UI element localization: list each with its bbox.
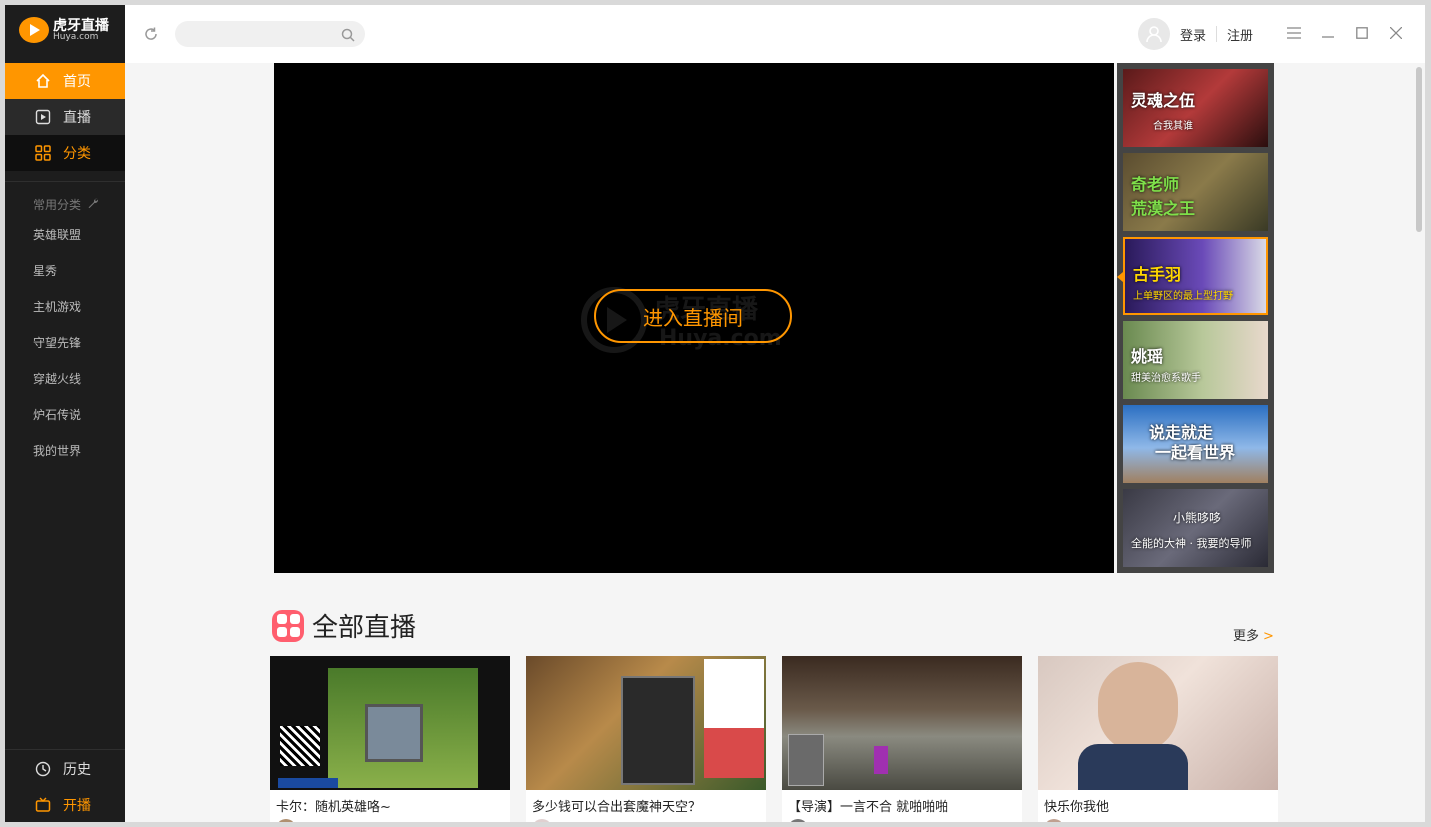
user-area: 登录 注册: [1138, 18, 1253, 50]
sidebar: 虎牙直播 Huya.com 首页 直播 分类 常用分类 英雄联盟 星秀 主机游戏…: [5, 5, 125, 822]
featured-thumb[interactable]: 奇老师 荒漠之王: [1123, 153, 1268, 231]
nav-item-live[interactable]: 直播: [5, 99, 125, 135]
live-card[interactable]: 快乐你我他: [1038, 656, 1278, 822]
live-card[interactable]: 卡尔：随机英雄咯~: [270, 656, 510, 822]
sidebar-bottom-divider: [5, 749, 125, 750]
chevron-right-icon: >: [1263, 629, 1274, 644]
live-card-meta: [532, 819, 760, 822]
category-item-overwatch[interactable]: 守望先锋: [33, 325, 81, 361]
live-card[interactable]: 【导演】一言不合 就啪啪啪: [782, 656, 1022, 822]
history-button[interactable]: 历史: [5, 751, 125, 787]
featured-thumb[interactable]: 小熊哆哆 全能的大神 · 我要的导师: [1123, 489, 1268, 567]
category-heading: 常用分类: [33, 196, 99, 213]
menu-icon[interactable]: [1286, 25, 1302, 41]
user-icon: [1146, 26, 1162, 43]
main-nav: 首页 直播 分类: [5, 63, 125, 171]
selected-thumb-indicator: [1117, 272, 1123, 282]
grid-icon: [35, 145, 51, 161]
featured-thumb[interactable]: 灵魂之伍 合我其谁: [1123, 69, 1268, 147]
category-item-xingxiu[interactable]: 星秀: [33, 253, 81, 289]
live-card-meta: [788, 819, 1016, 822]
logo-subtitle: Huya.com: [53, 31, 99, 42]
nav-item-label: 直播: [63, 110, 91, 126]
tv-icon: [35, 797, 51, 813]
top-bar: 登录 注册: [125, 5, 1425, 63]
scrollbar[interactable]: [1413, 63, 1425, 822]
live-card-thumbnail: [1038, 656, 1278, 790]
clock-icon: [35, 761, 51, 777]
live-card-meta: [276, 819, 504, 822]
featured-thumbnail-list: 灵魂之伍 合我其谁 奇老师 荒漠之王 古手羽 上单野区的最上型打野 姚瑶 甜美治…: [1117, 63, 1274, 573]
history-label: 历史: [63, 762, 91, 778]
live-card-thumbnail: [270, 656, 510, 790]
search-icon[interactable]: [341, 27, 355, 42]
broadcast-button[interactable]: 开播: [5, 787, 125, 822]
scrollbar-thumb[interactable]: [1416, 67, 1422, 232]
streamer-avatar: [1044, 819, 1064, 822]
live-card-title: 卡尔：随机英雄咯~: [276, 800, 391, 815]
live-card-title: 【导演】一言不合 就啪啪啪: [788, 800, 949, 815]
featured-player[interactable]: 虎牙直播 Huya.com 进入直播间: [274, 63, 1114, 573]
section-title: 全部直播: [312, 613, 417, 643]
nav-item-label: 分类: [63, 146, 91, 162]
app-window: 虎牙直播 Huya.com 首页 直播 分类 常用分类 英雄联盟 星秀 主机游戏…: [5, 5, 1425, 822]
huya-logo-icon: [19, 17, 49, 43]
live-card-meta: [1044, 819, 1272, 822]
live-card-title: 多少钱可以合出套魔神天空？: [532, 800, 702, 815]
maximize-icon[interactable]: [1354, 25, 1370, 41]
sidebar-divider: [5, 181, 125, 182]
nav-item-category[interactable]: 分类: [5, 135, 125, 171]
featured-thumb[interactable]: 说走就走 一起看世界: [1123, 405, 1268, 483]
wrench-icon[interactable]: [87, 197, 99, 212]
enter-live-button[interactable]: 进入直播间: [594, 289, 792, 343]
category-item-console[interactable]: 主机游戏: [33, 289, 81, 325]
category-item-lol[interactable]: 英雄联盟: [33, 217, 81, 253]
streamer-avatar: [276, 819, 296, 822]
home-icon: [35, 73, 51, 89]
separator: [1216, 26, 1218, 42]
refresh-icon[interactable]: [142, 25, 160, 43]
search-input[interactable]: [175, 21, 339, 49]
section-header: 全部直播: [272, 607, 416, 644]
login-link[interactable]: 登录: [1180, 25, 1206, 44]
main-content: 虎牙直播 Huya.com 进入直播间 灵魂之伍 合我其谁 奇老师 荒漠之王 古…: [125, 63, 1413, 822]
category-item-crossfire[interactable]: 穿越火线: [33, 361, 81, 397]
category-item-minecraft[interactable]: 我的世界: [33, 433, 81, 469]
live-card-thumbnail: [526, 656, 766, 790]
live-card-thumbnail: [782, 656, 1022, 790]
logo-title: 虎牙直播: [53, 17, 109, 34]
avatar[interactable]: [1138, 18, 1170, 50]
nav-item-home[interactable]: 首页: [5, 63, 125, 99]
huya-logo[interactable]: 虎牙直播 Huya.com: [19, 17, 109, 43]
minimize-icon[interactable]: [1320, 25, 1336, 41]
featured-thumb-selected[interactable]: 古手羽 上单野区的最上型打野: [1123, 237, 1268, 315]
close-icon[interactable]: [1388, 25, 1404, 41]
featured-thumb[interactable]: 姚瑶 甜美治愈系歌手: [1123, 321, 1268, 399]
search-box: [175, 21, 365, 49]
all-live-icon: [272, 609, 304, 642]
category-item-hearthstone[interactable]: 炉石传说: [33, 397, 81, 433]
nav-item-label: 首页: [63, 74, 91, 90]
register-link[interactable]: 注册: [1227, 25, 1253, 44]
category-list: 英雄联盟 星秀 主机游戏 守望先锋 穿越火线 炉石传说 我的世界: [33, 217, 81, 469]
live-card[interactable]: 多少钱可以合出套魔神天空？: [526, 656, 766, 822]
more-link[interactable]: 更多 >: [1233, 625, 1274, 644]
streamer-avatar: [788, 819, 808, 822]
play-icon: [35, 109, 51, 125]
live-card-title: 快乐你我他: [1044, 800, 1110, 815]
streamer-avatar: [532, 819, 552, 822]
broadcast-label: 开播: [63, 798, 91, 814]
